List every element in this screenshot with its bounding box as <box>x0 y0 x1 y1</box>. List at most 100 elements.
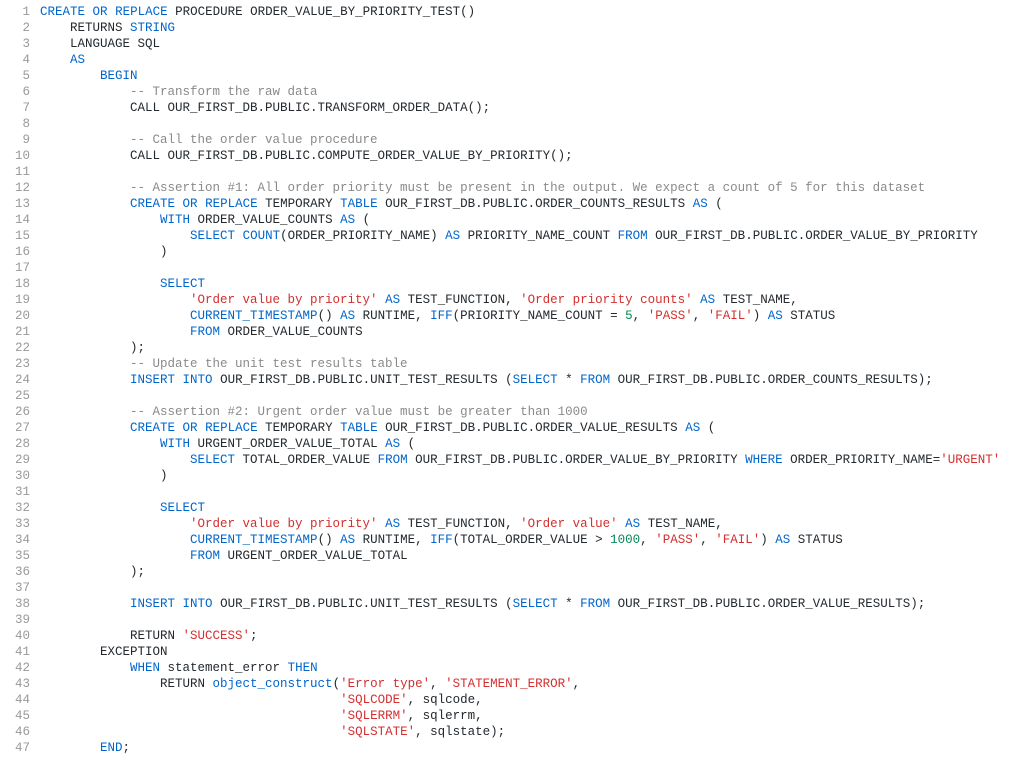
code-token-id: TEST_NAME, <box>640 517 723 531</box>
code-line[interactable]: -- Assertion #2: Urgent order value must… <box>40 404 1024 420</box>
code-token-id <box>40 181 130 195</box>
code-line[interactable] <box>40 164 1024 180</box>
code-token-id: OUR_FIRST_DB.PUBLIC.ORDER_VALUE_RESULTS <box>378 421 686 435</box>
code-token-id <box>40 741 100 755</box>
code-token-id <box>198 421 206 435</box>
code-line[interactable]: EXCEPTION <box>40 644 1024 660</box>
code-token-str: 'SQLSTATE' <box>340 725 415 739</box>
code-line[interactable]: ) <box>40 244 1024 260</box>
code-line[interactable]: FROM ORDER_VALUE_COUNTS <box>40 324 1024 340</box>
code-line[interactable]: RETURNS STRING <box>40 20 1024 36</box>
code-line[interactable]: SELECT TOTAL_ORDER_VALUE FROM OUR_FIRST_… <box>40 452 1024 468</box>
code-token-id: ORDER_VALUE_COUNTS <box>220 325 363 339</box>
code-line[interactable] <box>40 612 1024 628</box>
code-line[interactable] <box>40 484 1024 500</box>
code-line[interactable]: 'Order value by priority' AS TEST_FUNCTI… <box>40 516 1024 532</box>
code-token-id: CALL OUR_FIRST_DB.PUBLIC.COMPUTE_ORDER_V… <box>40 149 573 163</box>
code-line[interactable]: -- Call the order value procedure <box>40 132 1024 148</box>
code-line[interactable]: CALL OUR_FIRST_DB.PUBLIC.COMPUTE_ORDER_V… <box>40 148 1024 164</box>
line-number: 31 <box>0 484 30 500</box>
code-token-num: 5 <box>625 309 633 323</box>
code-line[interactable]: BEGIN <box>40 68 1024 84</box>
line-number: 9 <box>0 132 30 148</box>
code-token-id: RUNTIME, <box>355 533 430 547</box>
code-line[interactable]: RETURN 'SUCCESS'; <box>40 628 1024 644</box>
code-line[interactable]: WITH URGENT_ORDER_VALUE_TOTAL AS ( <box>40 436 1024 452</box>
code-line[interactable]: WITH ORDER_VALUE_COUNTS AS ( <box>40 212 1024 228</box>
code-line[interactable]: INSERT INTO OUR_FIRST_DB.PUBLIC.UNIT_TES… <box>40 596 1024 612</box>
line-number: 44 <box>0 692 30 708</box>
line-number: 37 <box>0 580 30 596</box>
code-line[interactable] <box>40 388 1024 404</box>
code-line[interactable]: LANGUAGE SQL <box>40 36 1024 52</box>
line-number: 12 <box>0 180 30 196</box>
code-line[interactable] <box>40 116 1024 132</box>
code-token-id: TEST_FUNCTION, <box>400 517 520 531</box>
code-token-id: ); <box>40 565 145 579</box>
code-token-kw: FROM <box>580 597 610 611</box>
code-line[interactable]: -- Transform the raw data <box>40 84 1024 100</box>
code-line[interactable]: INSERT INTO OUR_FIRST_DB.PUBLIC.UNIT_TES… <box>40 372 1024 388</box>
code-line[interactable]: ); <box>40 340 1024 356</box>
code-token-id: , <box>633 309 648 323</box>
line-number: 41 <box>0 644 30 660</box>
code-line[interactable]: SELECT <box>40 500 1024 516</box>
code-token-kw: SELECT <box>513 597 558 611</box>
code-line[interactable]: 'SQLCODE', sqlcode, <box>40 692 1024 708</box>
code-token-id <box>40 549 190 563</box>
code-token-kw: INSERT <box>130 373 175 387</box>
code-token-id: URGENT_ORDER_VALUE_TOTAL <box>220 549 408 563</box>
code-line[interactable]: -- Assertion #1: All order priority must… <box>40 180 1024 196</box>
line-number: 2 <box>0 20 30 36</box>
code-token-id <box>40 85 130 99</box>
code-line[interactable]: CREATE OR REPLACE TEMPORARY TABLE OUR_FI… <box>40 420 1024 436</box>
code-token-kw: AS <box>768 309 783 323</box>
line-number: 47 <box>0 740 30 756</box>
line-number: 6 <box>0 84 30 100</box>
code-token-kw: AS <box>385 293 400 307</box>
code-token-id: ( <box>700 421 715 435</box>
code-line[interactable]: RETURN object_construct('Error type', 'S… <box>40 676 1024 692</box>
code-line[interactable]: SELECT <box>40 276 1024 292</box>
code-line[interactable] <box>40 580 1024 596</box>
code-line[interactable]: END; <box>40 740 1024 756</box>
code-line[interactable]: CALL OUR_FIRST_DB.PUBLIC.TRANSFORM_ORDER… <box>40 100 1024 116</box>
code-line[interactable]: CREATE OR REPLACE PROCEDURE ORDER_VALUE_… <box>40 4 1024 20</box>
code-line[interactable]: ) <box>40 468 1024 484</box>
code-token-kw: SELECT <box>513 373 558 387</box>
line-number: 8 <box>0 116 30 132</box>
code-line[interactable]: CREATE OR REPLACE TEMPORARY TABLE OUR_FI… <box>40 196 1024 212</box>
code-line[interactable]: SELECT COUNT(ORDER_PRIORITY_NAME) AS PRI… <box>40 228 1024 244</box>
code-token-kw: INTO <box>183 597 213 611</box>
code-line[interactable]: WHEN statement_error THEN <box>40 660 1024 676</box>
code-token-id: OUR_FIRST_DB.PUBLIC.ORDER_VALUE_BY_PRIOR… <box>648 229 978 243</box>
code-line[interactable]: CURRENT_TIMESTAMP() AS RUNTIME, IFF(TOTA… <box>40 532 1024 548</box>
code-line[interactable]: FROM URGENT_ORDER_VALUE_TOTAL <box>40 548 1024 564</box>
code-token-str: 'SQLERRM' <box>340 709 408 723</box>
code-token-fn: CURRENT_TIMESTAMP <box>190 533 318 547</box>
code-token-id: statement_error <box>160 661 288 675</box>
code-token-kw: FROM <box>580 373 610 387</box>
code-token-kw: AS <box>700 293 715 307</box>
code-token-id: RETURNS <box>40 21 130 35</box>
code-token-id: , <box>640 533 655 547</box>
code-line[interactable]: CURRENT_TIMESTAMP() AS RUNTIME, IFF(PRIO… <box>40 308 1024 324</box>
code-token-kw: SELECT <box>160 501 205 515</box>
code-token-str: 'Order value by priority' <box>190 517 378 531</box>
code-token-str: 'PASS' <box>648 309 693 323</box>
code-line[interactable] <box>40 260 1024 276</box>
code-line[interactable]: 'SQLSTATE', sqlstate); <box>40 724 1024 740</box>
code-line[interactable]: ); <box>40 564 1024 580</box>
code-line[interactable]: AS <box>40 52 1024 68</box>
code-token-id <box>175 597 183 611</box>
code-line[interactable]: 'SQLERRM', sqlerrm, <box>40 708 1024 724</box>
code-token-fn: COUNT <box>243 229 281 243</box>
code-line[interactable]: -- Update the unit test results table <box>40 356 1024 372</box>
code-token-id <box>40 69 100 83</box>
code-editor-content[interactable]: CREATE OR REPLACE PROCEDURE ORDER_VALUE_… <box>40 0 1024 756</box>
code-line[interactable]: 'Order value by priority' AS TEST_FUNCTI… <box>40 292 1024 308</box>
code-token-kw: TABLE <box>340 197 378 211</box>
line-number: 36 <box>0 564 30 580</box>
line-number: 5 <box>0 68 30 84</box>
code-token-kw: OR <box>183 197 198 211</box>
